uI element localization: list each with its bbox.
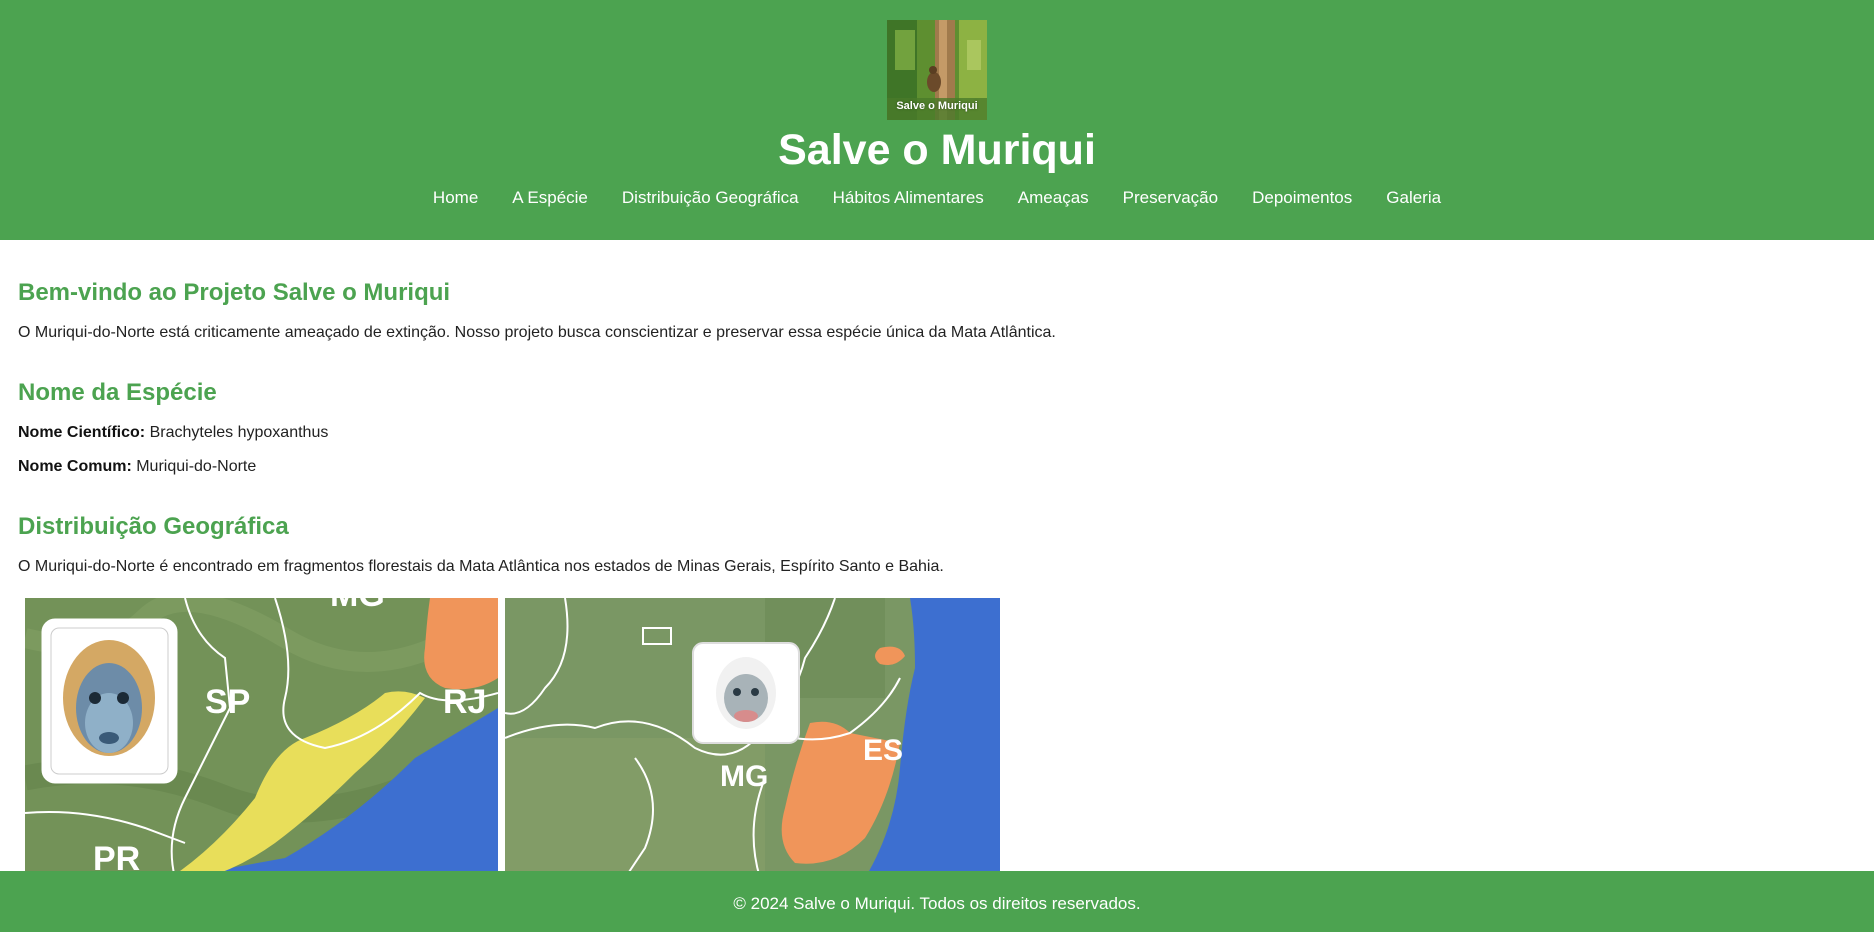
nav-home[interactable]: Home: [416, 186, 495, 210]
nav-ameacas[interactable]: Ameaças: [1001, 186, 1106, 210]
logo[interactable]: Salve o Muriqui: [887, 20, 987, 120]
map-label-mg: MG: [330, 598, 385, 614]
map-image-north[interactable]: MG ES RJ: [505, 598, 1000, 878]
welcome-heading: Bem-vindo ao Projeto Salve o Muriqui: [18, 279, 451, 306]
map-north-graphic: MG ES RJ: [505, 598, 1000, 878]
species-heading: Nome da Espécie: [18, 379, 217, 406]
logo-text: Salve o Muriqui: [896, 100, 978, 112]
common-name-value: Muriqui-do-Norte: [131, 458, 257, 475]
welcome-text: O Muriqui-do-Norte está criticamente ame…: [18, 324, 1056, 341]
main-nav: Home A Espécie Distribuição Geográfica H…: [0, 186, 1874, 210]
distribution-section: Distribuição Geográfica O Muriqui-do-Nor…: [18, 512, 1874, 878]
map-south-graphic: SP RJ PR MG: [25, 598, 498, 878]
map-label-sp: SP: [205, 683, 250, 721]
scientific-name: Nome Científico: Brachyteles hypoxanthus: [18, 422, 1874, 444]
scientific-name-label: Nome Científico:: [18, 424, 146, 441]
map-label-es: ES: [863, 734, 903, 767]
map-label-rj: RJ: [443, 683, 486, 721]
nav-depoimentos[interactable]: Depoimentos: [1235, 186, 1369, 210]
nav-preservacao[interactable]: Preservação: [1106, 186, 1235, 210]
scientific-name-value: Brachyteles hypoxanthus: [145, 424, 329, 441]
footer-text: © 2024 Salve o Muriqui. Todos os direito…: [733, 894, 1141, 913]
nav-distribuicao[interactable]: Distribuição Geográfica: [605, 186, 816, 210]
species-section: Nome da Espécie Nome Científico: Brachyt…: [18, 378, 1874, 478]
map-image-south[interactable]: SP RJ PR MG: [25, 598, 498, 878]
site-title: Salve o Muriqui: [778, 126, 1096, 174]
welcome-section: Bem-vindo ao Projeto Salve o Muriqui O M…: [18, 278, 1874, 344]
common-name-label: Nome Comum:: [18, 458, 132, 475]
nav-galeria[interactable]: Galeria: [1369, 186, 1458, 210]
site-footer: © 2024 Salve o Muriqui. Todos os direito…: [0, 871, 1874, 932]
map-label-mg-north: MG: [720, 760, 768, 793]
nav-a-especie[interactable]: A Espécie: [495, 186, 605, 210]
map-gallery: SP RJ PR MG ES: [25, 598, 1874, 878]
page: Salve o Muriqui Salve o Muriqui Home A E…: [0, 0, 1874, 932]
distribution-text: O Muriqui-do-Norte é encontrado em fragm…: [18, 558, 944, 575]
common-name: Nome Comum: Muriqui-do-Norte: [18, 456, 1874, 478]
main-content: Bem-vindo ao Projeto Salve o Muriqui O M…: [0, 240, 1874, 878]
site-header: Salve o Muriqui Salve o Muriqui Home A E…: [0, 0, 1874, 240]
distribution-heading: Distribuição Geográfica: [18, 513, 289, 540]
nav-habitos[interactable]: Hábitos Alimentares: [816, 186, 1001, 210]
